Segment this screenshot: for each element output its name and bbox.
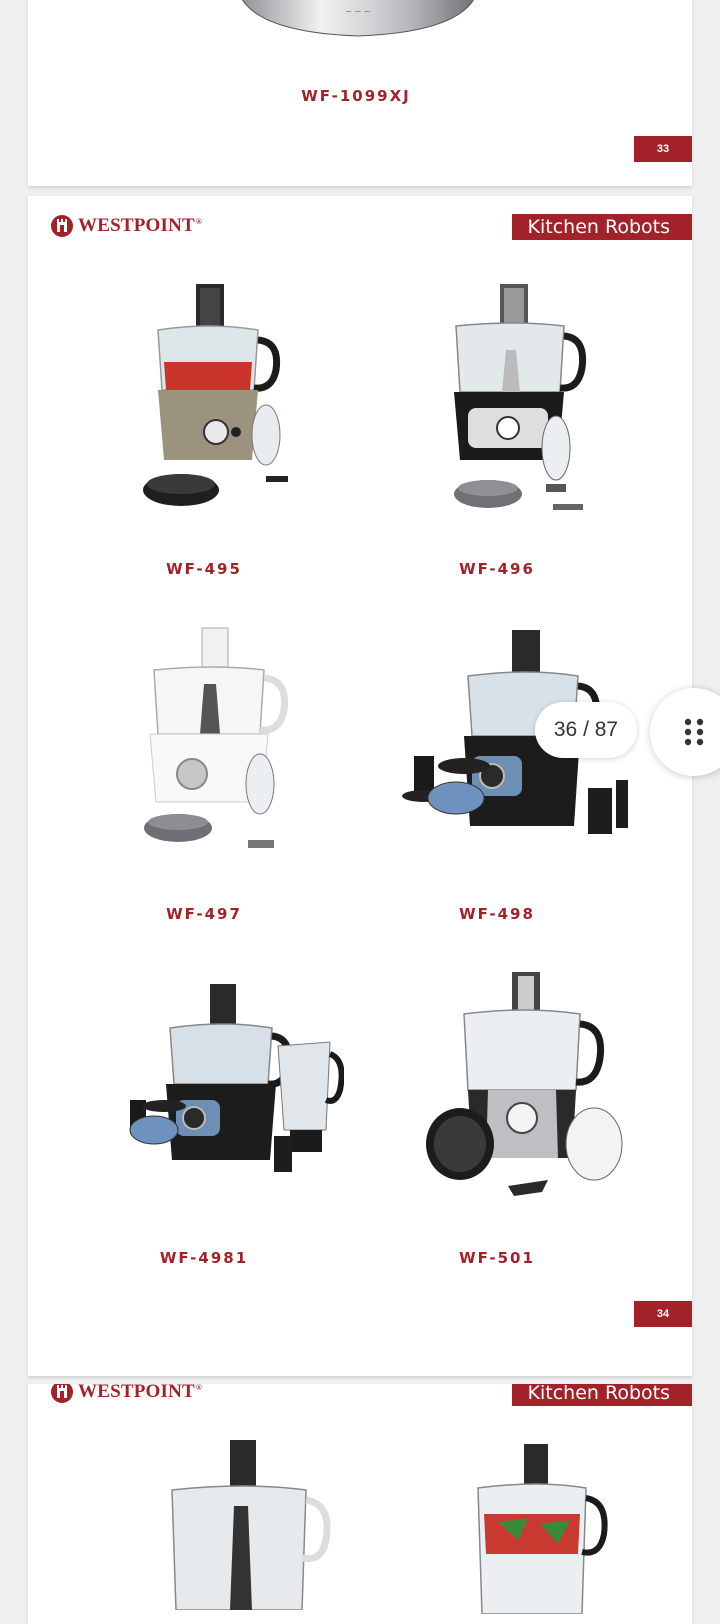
- westpoint-crest-icon: [51, 215, 73, 237]
- product-image-partial-right[interactable]: [448, 1444, 618, 1614]
- svg-text:~ ~ ~: ~ ~ ~: [345, 7, 370, 16]
- westpoint-crest-icon: [51, 1384, 73, 1403]
- brand-name: WESTPOINT®: [78, 1384, 203, 1402]
- product-image-wf-496[interactable]: [418, 280, 608, 520]
- category-badge: Kitchen Robots: [511, 1384, 692, 1406]
- product-model-label: WF-496: [459, 560, 535, 578]
- brand-name: WESTPOINT®: [78, 215, 203, 236]
- product-model-label: WF-495: [166, 560, 242, 578]
- catalog-page-33: ~ ~ ~ WF-1099XJ 33: [28, 0, 692, 186]
- product-image-wf-501[interactable]: [398, 968, 638, 1208]
- dots-grid-icon: [684, 718, 704, 746]
- product-image-wf-497[interactable]: [128, 624, 308, 864]
- category-badge: Kitchen Robots: [511, 214, 692, 240]
- catalog-page-34: WESTPOINT® Kitchen Robots WF-495 WF-496: [28, 196, 692, 1376]
- product-model-label: WF-1099XJ: [301, 87, 411, 105]
- product-image-wf-495[interactable]: [118, 280, 288, 520]
- pot-image: ~ ~ ~: [242, 0, 474, 37]
- catalog-page-35: WESTPOINT® Kitchen Robots: [28, 1384, 692, 1624]
- product-model-label: WF-498: [459, 905, 535, 923]
- product-model-label: WF-501: [459, 1249, 535, 1267]
- product-model-label: WF-4981: [159, 1249, 249, 1267]
- westpoint-logo: WESTPOINT®: [50, 1384, 202, 1404]
- page-number-badge: 33: [634, 136, 692, 162]
- page-indicator: 36 / 87: [535, 702, 637, 758]
- page-number-badge: 34: [634, 1301, 692, 1327]
- product-image-partial-left[interactable]: [168, 1440, 338, 1610]
- product-model-label: WF-497: [166, 905, 242, 923]
- westpoint-logo: WESTPOINT®: [50, 214, 202, 238]
- product-image-wf-4981[interactable]: [94, 980, 344, 1190]
